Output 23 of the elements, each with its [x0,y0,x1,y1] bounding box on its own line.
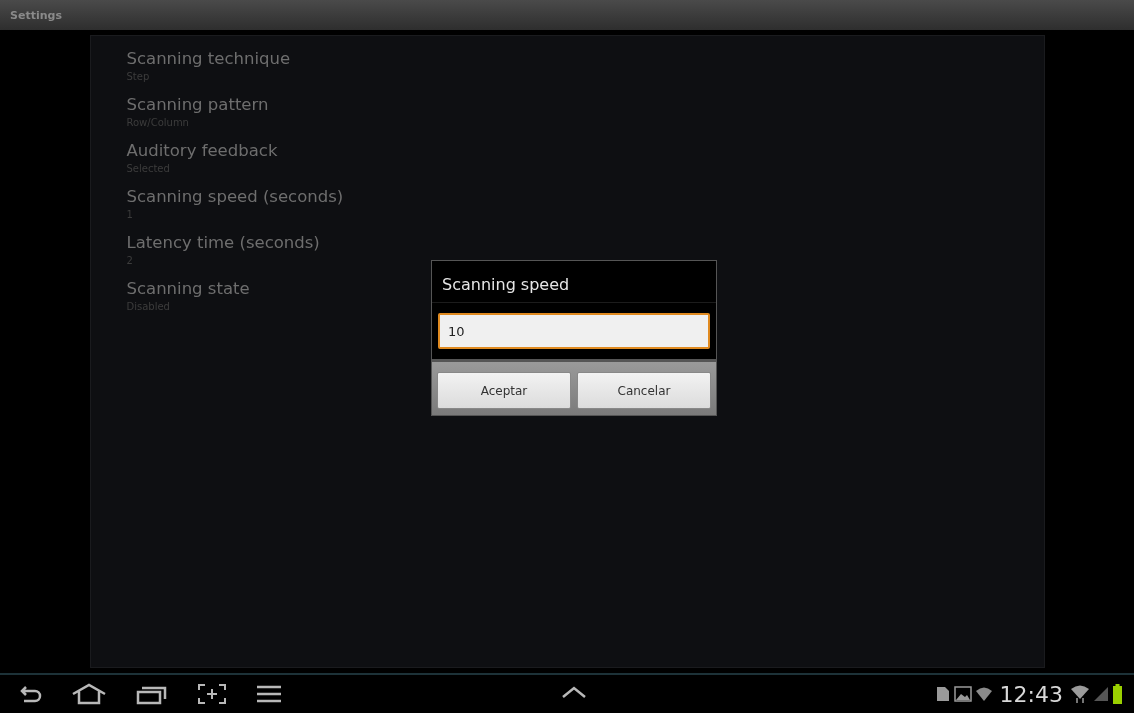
clock: 12:43 [999,681,1063,707]
chevron-up-icon[interactable] [562,686,586,698]
preference-title[interactable]: Scanning pattern [126,95,269,114]
preference-title[interactable]: Scanning speed (seconds) [126,187,344,206]
preference-title[interactable]: Scanning state [126,279,250,298]
window-title: Settings [10,8,62,22]
accept-button[interactable]: Aceptar [437,372,571,409]
screenshot-icon[interactable] [197,683,227,705]
preference-title[interactable]: Auditory feedback [126,141,278,160]
sd-card-icon [935,686,950,702]
menu-icon[interactable] [256,685,282,703]
wifi-icon [975,687,992,701]
cancel-button[interactable]: Cancelar [577,372,711,409]
preference-title[interactable]: Scanning technique [126,49,291,68]
battery-icon [1113,684,1122,704]
image-icon [953,686,972,702]
back-icon[interactable] [20,685,42,703]
preference-title[interactable]: Latency time (seconds) [126,233,320,252]
signal-icon [1093,686,1109,702]
input-field[interactable]: 10 [438,313,710,349]
dialog-title: Scanning speed [432,261,716,303]
home-icon[interactable] [71,683,107,705]
wifi-icon [1071,684,1089,704]
